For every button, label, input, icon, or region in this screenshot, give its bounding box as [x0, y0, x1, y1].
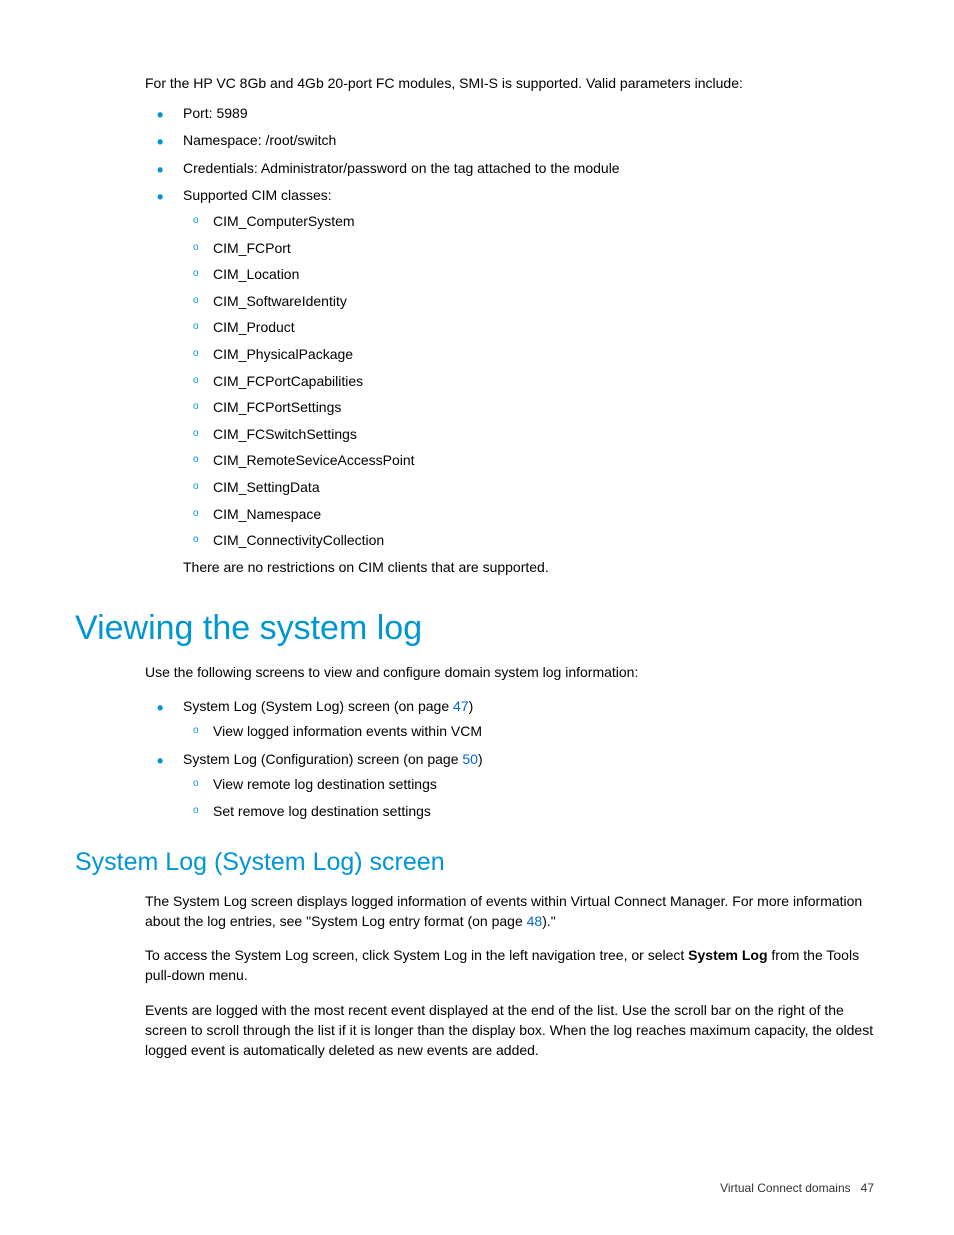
list-item: View logged information events within VC…	[183, 722, 879, 742]
body-paragraph: Events are logged with the most recent e…	[145, 1000, 879, 1061]
cim-note: There are no restrictions on CIM clients…	[183, 558, 879, 578]
screen2-suffix: )	[478, 751, 483, 767]
screen1-suffix: )	[469, 698, 474, 714]
cim-class-list: CIM_ComputerSystem CIM_FCPort CIM_Locati…	[183, 212, 879, 551]
list-item: View remote log destination settings	[183, 775, 879, 795]
screen1-sublist: View logged information events within VC…	[183, 722, 879, 742]
p3-bold: System Log	[688, 947, 767, 963]
list-item: Credentials: Administrator/password on t…	[145, 159, 879, 179]
list-item: CIM_Product	[183, 318, 879, 338]
footer-page-number: 47	[861, 1181, 874, 1195]
p2-a: The System Log screen displays logged in…	[145, 893, 862, 929]
screen2-sublist: View remote log destination settings Set…	[183, 775, 879, 821]
list-item: System Log (System Log) screen (on page …	[145, 697, 879, 742]
list-item: CIM_FCPortSettings	[183, 398, 879, 418]
list-item: CIM_FCPort	[183, 239, 879, 259]
list-item: CIM_RemoteSeviceAccessPoint	[183, 451, 879, 471]
list-item: Set remove log destination settings	[183, 802, 879, 822]
list-item: CIM_Namespace	[183, 505, 879, 525]
list-item: CIM_PhysicalPackage	[183, 345, 879, 365]
screen-list: System Log (System Log) screen (on page …	[145, 697, 879, 822]
intro-paragraph: For the HP VC 8Gb and 4Gb 20-port FC mod…	[145, 74, 879, 94]
page-link-50[interactable]: 50	[462, 751, 478, 767]
list-item: Port: 5989	[145, 104, 879, 124]
parameter-list: Port: 5989 Namespace: /root/switch Crede…	[145, 104, 879, 578]
cim-label: Supported CIM classes:	[183, 187, 332, 203]
body-paragraph: The System Log screen displays logged in…	[145, 891, 879, 932]
screen2-prefix: System Log (Configuration) screen (on pa…	[183, 751, 462, 767]
p3-a: To access the System Log screen, click S…	[145, 947, 688, 963]
list-item: CIM_Location	[183, 265, 879, 285]
page-footer: Virtual Connect domains 47	[720, 1181, 874, 1195]
list-item: Namespace: /root/switch	[145, 131, 879, 151]
body-paragraph: To access the System Log screen, click S…	[145, 945, 879, 986]
heading-system-log-screen: System Log (System Log) screen	[75, 848, 879, 877]
list-item: CIM_ComputerSystem	[183, 212, 879, 232]
p2-b: )."	[542, 913, 556, 929]
list-item: Supported CIM classes: CIM_ComputerSyste…	[145, 186, 879, 577]
body-paragraph: Use the following screens to view and co…	[145, 662, 879, 682]
page-link-48[interactable]: 48	[527, 913, 543, 929]
heading-viewing-system-log: Viewing the system log	[75, 609, 879, 648]
list-item: CIM_SettingData	[183, 478, 879, 498]
list-item: CIM_FCPortCapabilities	[183, 372, 879, 392]
footer-section: Virtual Connect domains	[720, 1181, 851, 1195]
screen1-prefix: System Log (System Log) screen (on page	[183, 698, 453, 714]
list-item: System Log (Configuration) screen (on pa…	[145, 750, 879, 822]
list-item: CIM_ConnectivityCollection	[183, 531, 879, 551]
list-item: CIM_FCSwitchSettings	[183, 425, 879, 445]
page-link-47[interactable]: 47	[453, 698, 469, 714]
list-item: CIM_SoftwareIdentity	[183, 292, 879, 312]
